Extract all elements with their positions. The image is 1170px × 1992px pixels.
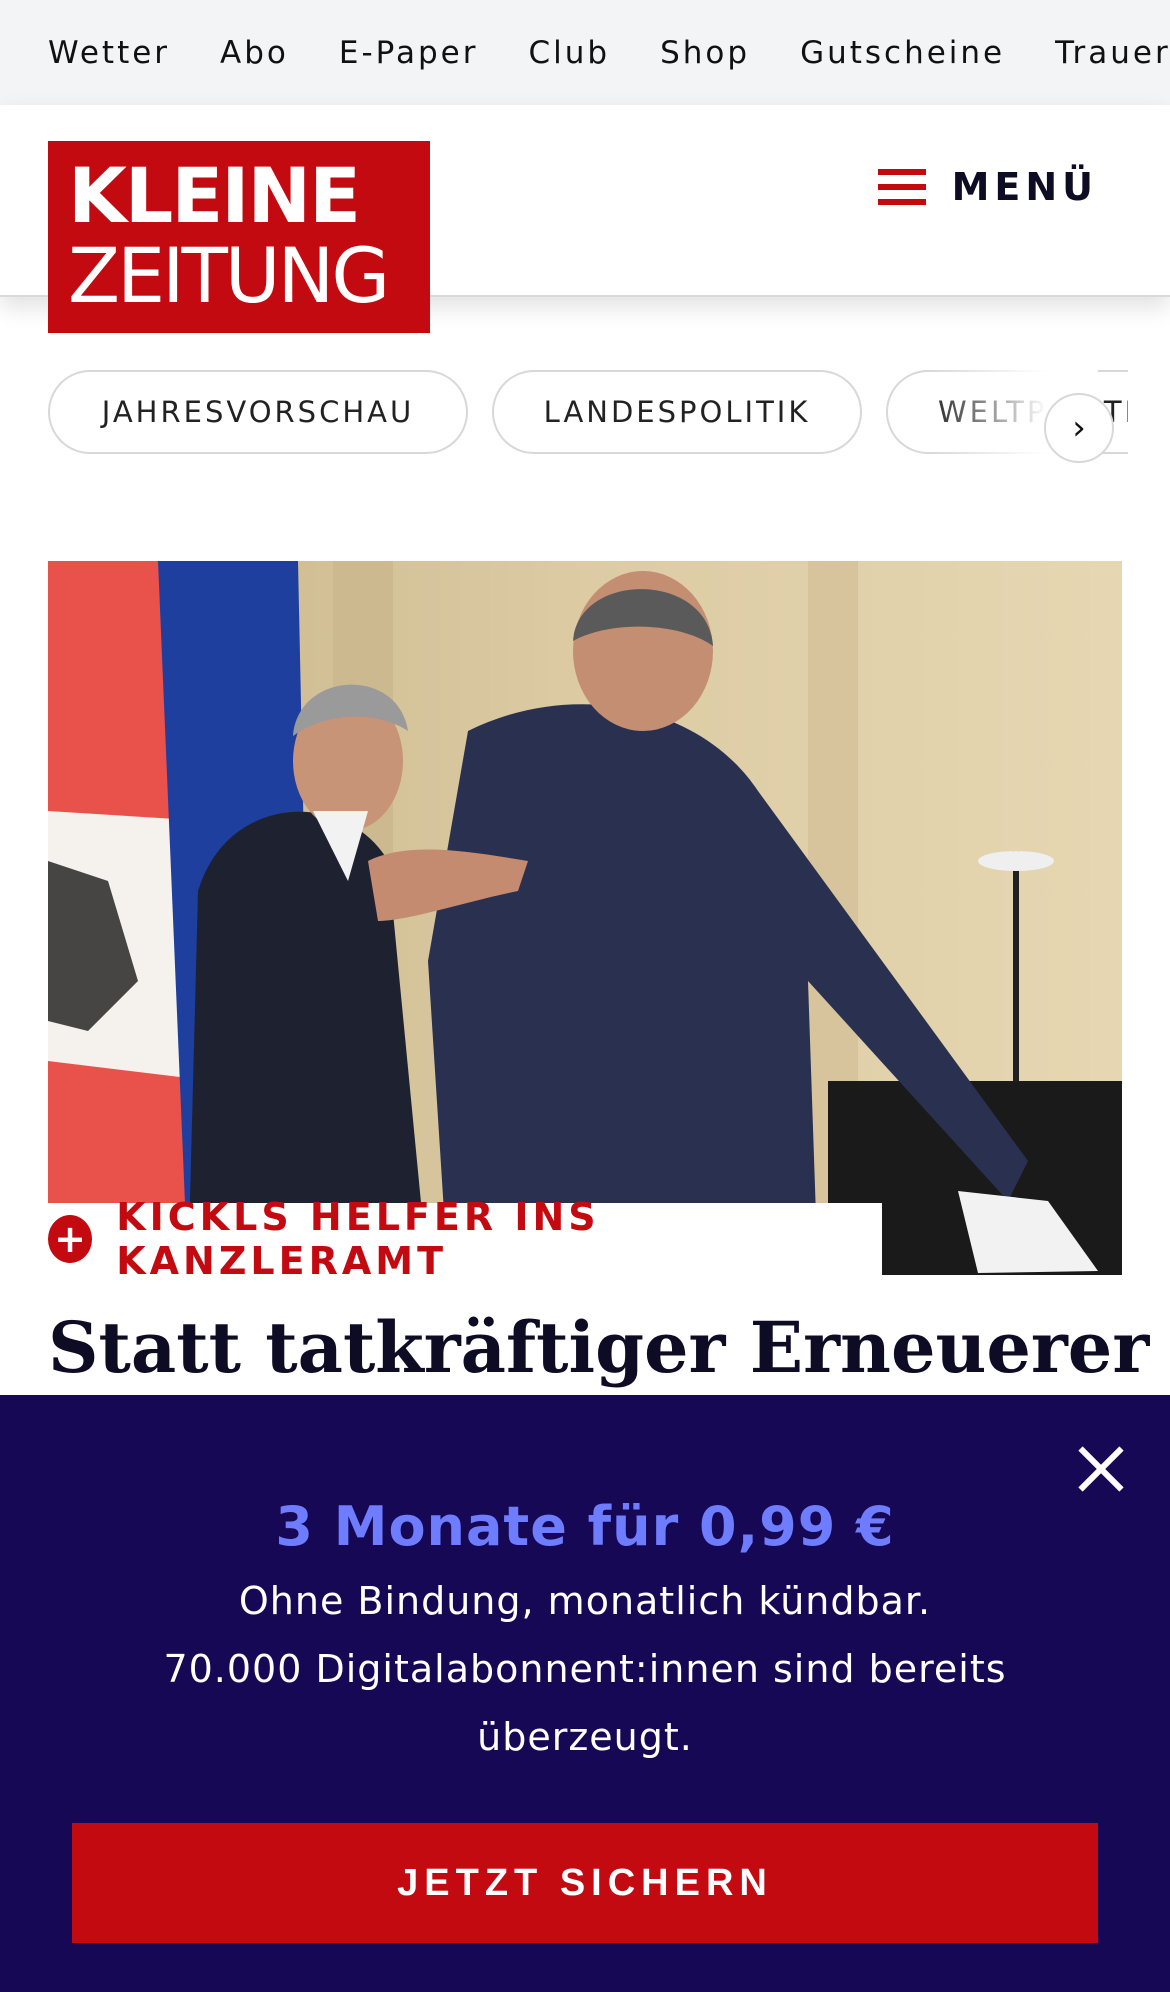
kicker-text: KICKLS HELFER INS KANZLERAMT [116, 1195, 600, 1283]
article-hero-image[interactable] [48, 561, 1122, 1275]
topic-chips: JAHRESVORSCHAU LANDESPOLITIK WELTPOLITIK [48, 368, 1128, 460]
top-navigation: Wetter Abo E-Paper Club Shop Gutscheine … [0, 0, 1170, 105]
subscribe-button[interactable]: JETZT SICHERN [72, 1823, 1098, 1943]
menu-label: MENÜ [951, 165, 1098, 209]
site-logo[interactable]: KLEINE ZEITUNG [48, 141, 430, 333]
nav-link-wetter[interactable]: Wetter [48, 35, 170, 71]
offer-subtitle: Ohne Bindung, monatlich kündbar. [238, 1579, 932, 1623]
nav-link-epaper[interactable]: E-Paper [339, 35, 479, 71]
logo-text-zeitung: ZEITUNG [68, 231, 390, 320]
chevron-right-icon[interactable]: › [1044, 393, 1114, 463]
top-nav-list: Wetter Abo E-Paper Club Shop Gutscheine … [48, 0, 1170, 105]
topic-chip-jahresvorschau[interactable]: JAHRESVORSCHAU [48, 370, 468, 454]
nav-link-abo[interactable]: Abo [220, 35, 289, 71]
nav-link-trauerportal[interactable]: Trauerportal [1055, 35, 1170, 71]
close-icon[interactable] [1076, 1445, 1126, 1495]
article-headline[interactable]: Statt tatkräftiger Erneuerer [48, 1306, 1149, 1390]
nav-link-gutscheine[interactable]: Gutscheine [800, 35, 1005, 71]
subscription-overlay: 3 Monate für 0,99 € Ohne Bindung, monatl… [0, 1395, 1170, 1992]
topic-chip-landespolitik[interactable]: LANDESPOLITIK [492, 370, 862, 454]
menu-button[interactable]: MENÜ [877, 165, 1098, 209]
hamburger-icon [877, 169, 926, 205]
nav-link-club[interactable]: Club [528, 35, 610, 71]
site-header: KLEINE ZEITUNG MENÜ [0, 105, 1170, 333]
nav-link-shop[interactable]: Shop [660, 35, 750, 71]
offer-title: 3 Monate für 0,99 € [275, 1495, 895, 1558]
offer-claim: 70.000 Digitalabonnent:innen sind bereit… [163, 1647, 1007, 1759]
article-kicker[interactable]: + KICKLS HELFER INS KANZLERAMT [48, 1195, 882, 1283]
logo-text-kleine: KLEINE [68, 151, 361, 240]
plus-icon: + [48, 1215, 93, 1263]
hero-photo [48, 561, 1122, 1275]
